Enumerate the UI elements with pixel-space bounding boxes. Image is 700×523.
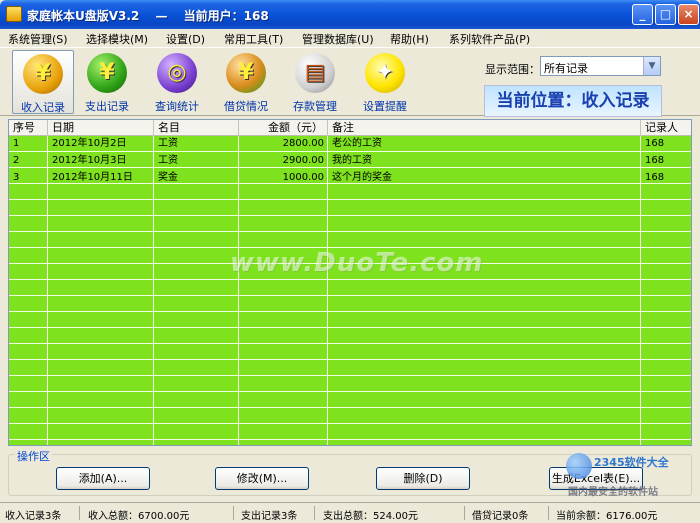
close-button[interactable]: ×	[678, 4, 699, 25]
window-title: 家庭帐本U盘版V3.2 — 当前用户：168	[27, 9, 269, 23]
cell-item: 奖金	[158, 172, 178, 183]
toolbar: ¥ 收入记录 ¥ 支出记录 ◎ 查询统计 ¥ 借贷情况 ▤ 存款管理 ✦ 设置提…	[0, 47, 700, 117]
menu-bar: 系统管理(S) 选择模块(M) 设置(D) 常用工具(T) 管理数据库(U) 帮…	[0, 29, 700, 47]
col-header-item[interactable]: 名目	[154, 120, 239, 136]
status-balance: 当前余额：6176.00元	[556, 511, 658, 522]
table-row[interactable]: 2 2012年10月3日 工资 2900.00 我的工资 168	[9, 153, 691, 169]
tool-query-label: 查询统计	[155, 100, 199, 113]
tool-expense-label: 支出记录	[85, 100, 129, 113]
bankcard-deposit-icon: ▤	[295, 53, 335, 93]
tool-loan-label: 借贷情况	[224, 100, 268, 113]
cell-item: 工资	[158, 155, 178, 166]
cell-date: 2012年10月11日	[52, 172, 133, 183]
operation-area-legend: 操作区	[15, 448, 52, 464]
range-label: 显示范围：	[485, 63, 540, 76]
menu-tools[interactable]: 常用工具(T)	[224, 31, 283, 47]
export-excel-button[interactable]: 生成Excel表(E)...	[549, 467, 643, 490]
menu-products[interactable]: 系列软件产品(P)	[449, 31, 530, 47]
app-icon	[6, 6, 22, 22]
current-location: 当前位置：收入记录	[484, 85, 662, 117]
col-header-index[interactable]: 序号	[9, 120, 48, 136]
tool-income-label: 收入记录	[21, 101, 65, 114]
cell-note: 这个月的奖金	[332, 172, 392, 183]
cell-amount: 2800.00	[282, 138, 324, 149]
minimize-button[interactable]: _	[632, 4, 653, 25]
tool-expense[interactable]: ¥ 支出记录	[76, 50, 138, 114]
cell-date: 2012年10月3日	[52, 155, 127, 166]
menu-help[interactable]: 帮助(H)	[390, 31, 429, 47]
status-expense-count: 支出记录3条	[241, 511, 298, 522]
menu-database[interactable]: 管理数据库(U)	[302, 31, 374, 47]
yen-loan-icon: ¥	[226, 53, 266, 93]
lightbulb-reminder-icon: ✦	[365, 53, 405, 93]
cell-note: 我的工资	[332, 155, 372, 166]
cell-recorder: 168	[645, 138, 665, 149]
edit-button[interactable]: 修改(M)...	[215, 467, 309, 490]
col-header-date[interactable]: 日期	[48, 120, 154, 136]
yen-coin-expense-icon: ¥	[87, 53, 127, 93]
cell-amount: 2900.00	[282, 155, 324, 166]
delete-button[interactable]: 删除(D)	[376, 467, 470, 490]
magnifier-query-icon: ◎	[157, 53, 197, 93]
add-button[interactable]: 添加(A)...	[56, 467, 150, 490]
grid-header: 序号 日期 名目 金额（元） 备注 记录人	[9, 120, 691, 136]
cell-item: 工资	[158, 138, 178, 149]
chevron-down-icon[interactable]: ▼	[643, 57, 660, 75]
watermark: www.DuoTe.com	[230, 248, 484, 278]
tool-loan[interactable]: ¥ 借贷情况	[215, 50, 277, 114]
range-select-value: 所有记录	[544, 62, 588, 75]
tool-reminder[interactable]: ✦ 设置提醒	[354, 50, 416, 114]
range-select[interactable]: 所有记录 ▼	[540, 56, 661, 76]
cell-recorder: 168	[645, 172, 665, 183]
cell-note: 老公的工资	[332, 138, 382, 149]
tool-reminder-label: 设置提醒	[363, 100, 407, 113]
status-income-count: 收入记录3条	[5, 511, 62, 522]
status-loan-count: 借贷记录0条	[472, 511, 529, 522]
status-income-total: 收入总额：6700.00元	[88, 511, 190, 522]
title-bar: 家庭帐本U盘版V3.2 — 当前用户：168 _ □ ×	[0, 0, 700, 29]
table-row[interactable]: 3 2012年10月11日 奖金 1000.00 这个月的奖金 168	[9, 170, 691, 186]
cell-index: 2	[13, 155, 20, 166]
col-header-amount[interactable]: 金额（元）	[239, 120, 328, 136]
menu-modules[interactable]: 选择模块(M)	[86, 31, 148, 47]
status-bar: 收入记录3条 收入总额：6700.00元 支出记录3条 支出总额：524.00元…	[0, 502, 700, 523]
maximize-button[interactable]: □	[655, 4, 676, 25]
menu-settings[interactable]: 设置(D)	[166, 31, 205, 47]
tool-query[interactable]: ◎ 查询统计	[146, 50, 208, 114]
cell-recorder: 168	[645, 155, 665, 166]
col-header-recorder[interactable]: 记录人	[641, 120, 691, 136]
cell-index: 3	[13, 172, 20, 183]
cell-index: 1	[13, 138, 20, 149]
cell-date: 2012年10月2日	[52, 138, 127, 149]
cell-amount: 1000.00	[282, 172, 324, 183]
tool-income[interactable]: ¥ 收入记录	[12, 50, 74, 114]
col-header-note[interactable]: 备注	[328, 120, 641, 136]
tool-deposit[interactable]: ▤ 存款管理	[284, 50, 346, 114]
tool-deposit-label: 存款管理	[293, 100, 337, 113]
menu-system[interactable]: 系统管理(S)	[8, 31, 68, 47]
status-expense-total: 支出总额：524.00元	[323, 511, 418, 522]
table-row[interactable]: 1 2012年10月2日 工资 2800.00 老公的工资 168	[9, 136, 691, 152]
yen-coin-income-icon: ¥	[23, 54, 63, 94]
records-grid[interactable]: 序号 日期 名目 金额（元） 备注 记录人 1 2012年10月2日 工资 28…	[8, 119, 692, 446]
